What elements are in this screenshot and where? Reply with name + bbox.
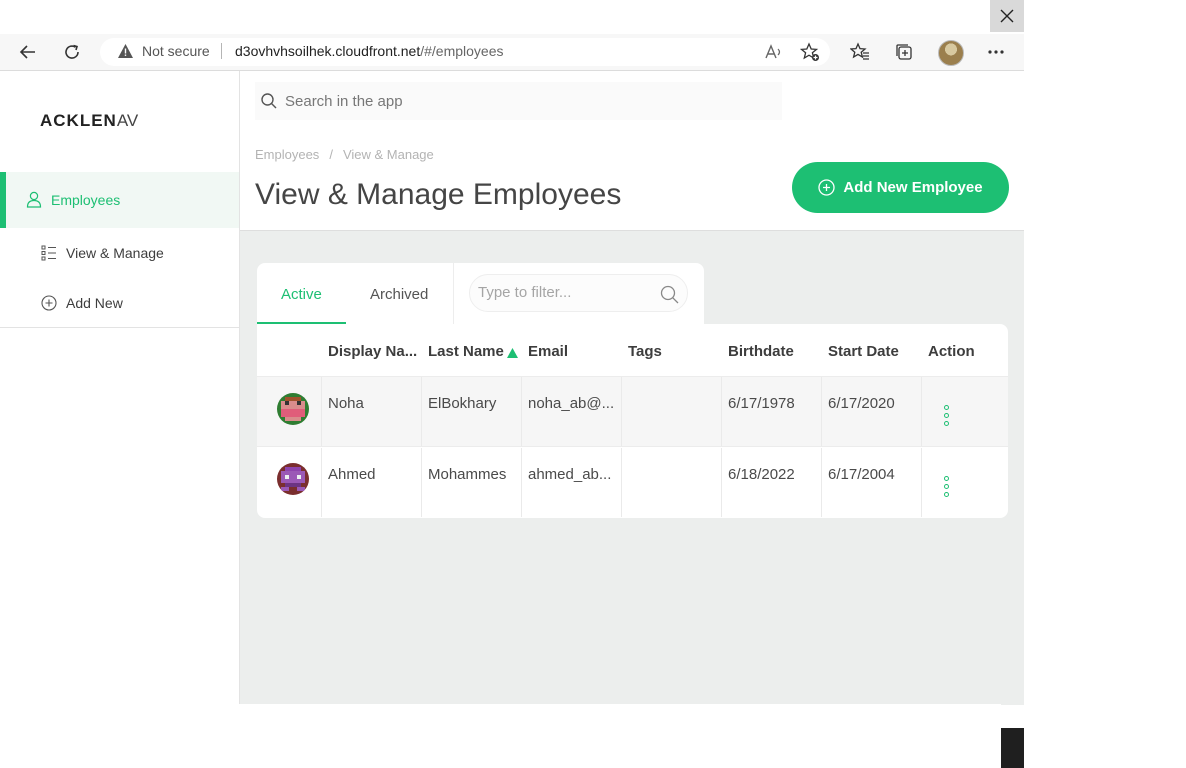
app-sidebar [0, 71, 240, 704]
add-new-employee-button[interactable]: Add New Employee [792, 162, 1009, 213]
read-aloud-button[interactable] [762, 40, 786, 64]
taskbar-corner [1001, 728, 1024, 768]
more-menu-button[interactable] [984, 40, 1008, 64]
cell-start-date: 6/17/2020 [828, 395, 895, 412]
tab-active[interactable]: Active [281, 286, 322, 303]
warning-icon[interactable] [117, 43, 134, 64]
url-host: d3ovhvhsoilhek.cloudfront.net [235, 43, 421, 59]
column-header-tags[interactable]: Tags [628, 343, 662, 360]
row-actions-menu-icon[interactable] [944, 476, 949, 497]
column-separator [321, 377, 322, 446]
column-header-action: Action [928, 343, 975, 360]
back-button[interactable] [17, 41, 39, 63]
logo-tail: AV [116, 111, 139, 130]
user-icon [26, 191, 42, 208]
cell-email: ahmed_ab... [528, 466, 612, 483]
url-path: /#/employees [420, 43, 504, 59]
cell-email: noha_ab@... [528, 395, 615, 412]
breadcrumb-view-manage: View & Manage [342, 147, 434, 162]
back-arrow-icon [19, 45, 35, 59]
column-separator [921, 377, 922, 446]
star-add-icon [800, 42, 819, 61]
cell-last-name: ElBokhary [428, 395, 497, 412]
refresh-icon [65, 44, 79, 59]
refresh-button[interactable] [61, 41, 83, 63]
breadcrumb-employees[interactable]: Employees [255, 147, 319, 162]
url-separator [221, 43, 222, 59]
sidebar-item-view-manage[interactable]: View & Manage [41, 245, 164, 261]
sidebar-item-add-new[interactable]: Add New [41, 295, 123, 311]
row-actions-menu-icon[interactable] [944, 405, 949, 426]
close-window-button[interactable] [990, 0, 1024, 32]
add-favorite-button[interactable] [798, 40, 822, 64]
avatar [277, 463, 309, 495]
column-separator [321, 448, 322, 517]
breadcrumb-separator: / [329, 147, 333, 162]
filter-placeholder: Type to filter... [478, 284, 572, 301]
favorites-icon [850, 42, 869, 60]
active-indicator [0, 172, 6, 228]
breadcrumb: Employees / View & Manage [255, 147, 434, 162]
column-separator [521, 377, 522, 446]
column-separator [621, 448, 622, 517]
search-icon[interactable] [660, 285, 679, 309]
tab-divider [453, 263, 454, 324]
window-titlebar [0, 0, 1024, 34]
sidebar-item-label: Employees [51, 191, 121, 208]
column-separator [621, 377, 622, 446]
profile-avatar[interactable] [938, 40, 964, 66]
sort-ascending-icon[interactable] [507, 345, 518, 363]
close-icon [1000, 9, 1014, 23]
column-header-email[interactable]: Email [528, 343, 568, 360]
more-horizontal-icon [988, 50, 1004, 54]
url-text[interactable]: d3ovhvhsoilhek.cloudfront.net/#/employee… [235, 43, 504, 59]
cell-start-date: 6/17/2004 [828, 466, 895, 483]
column-separator [921, 448, 922, 517]
bottom-blank-area [0, 704, 1001, 768]
cell-display-name: Noha [328, 395, 364, 412]
column-header-birthdate[interactable]: Birthdate [728, 343, 794, 360]
read-aloud-icon [765, 44, 781, 59]
favorites-button[interactable] [848, 40, 872, 64]
sidebar-divider [0, 327, 239, 328]
cell-display-name: Ahmed [328, 466, 376, 483]
column-separator [721, 377, 722, 446]
column-header-start-date[interactable]: Start Date [828, 343, 899, 360]
avatar [277, 393, 309, 425]
column-separator [421, 377, 422, 446]
cell-birthdate: 6/17/1978 [728, 395, 795, 412]
collections-button[interactable] [892, 40, 916, 64]
column-separator [721, 448, 722, 517]
cell-birthdate: 6/18/2022 [728, 466, 795, 483]
plus-circle-icon [818, 179, 836, 196]
security-label[interactable]: Not secure [142, 43, 210, 59]
column-separator [521, 448, 522, 517]
column-separator [821, 448, 822, 517]
app-search-input[interactable]: Search in the app [255, 82, 782, 120]
column-separator [421, 448, 422, 517]
search-icon [261, 93, 277, 109]
add-button-label: Add New Employee [843, 179, 983, 196]
page-title: View & Manage Employees [255, 178, 622, 211]
logo-main: ACKLEN [40, 111, 117, 130]
column-header-display-name[interactable]: Display Na... [328, 343, 417, 360]
brand-logo[interactable]: ACKLENAV [40, 111, 138, 131]
plus-circle-icon [41, 295, 57, 311]
collections-icon [896, 44, 912, 60]
list-icon [41, 245, 56, 261]
table-row[interactable] [257, 376, 1008, 447]
search-placeholder: Search in the app [285, 92, 403, 110]
sidebar-item-label: Add New [66, 295, 123, 311]
sidebar-item-label: View & Manage [66, 245, 164, 261]
column-separator [821, 377, 822, 446]
tab-archived[interactable]: Archived [370, 286, 428, 303]
column-header-last-name[interactable]: Last Name [428, 343, 504, 360]
sidebar-item-employees-content[interactable]: Employees [26, 191, 120, 208]
cell-last-name: Mohammes [428, 466, 507, 483]
